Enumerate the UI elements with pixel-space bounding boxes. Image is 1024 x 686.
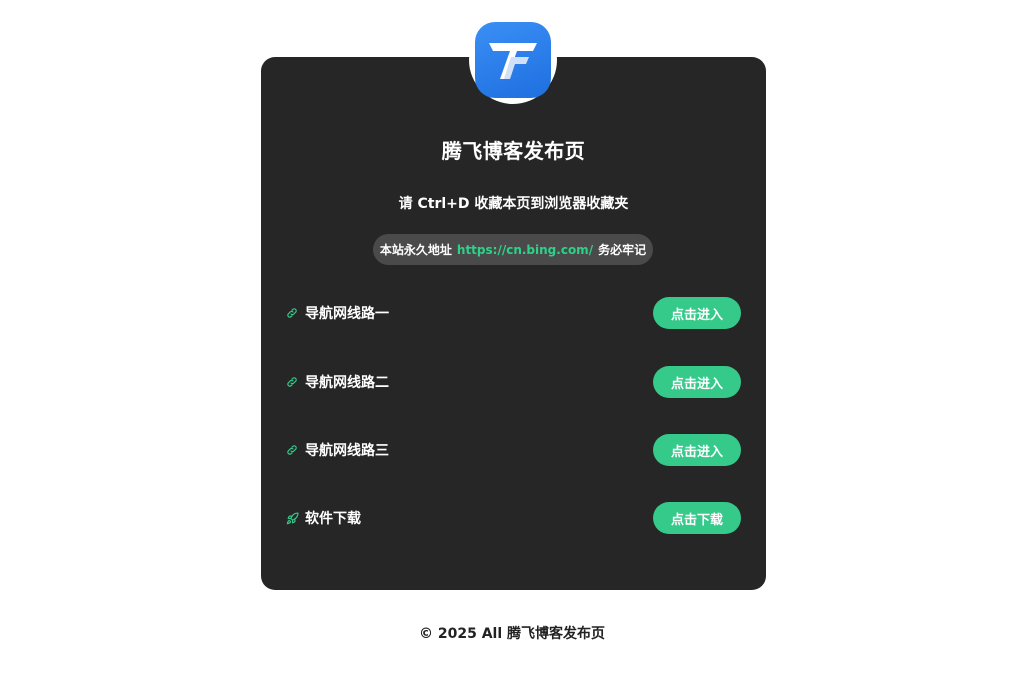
main-card: 腾飞博客发布页 请 Ctrl+D 收藏本页到浏览器收藏夹 本站永久地址 http… xyxy=(261,57,766,590)
nav-row-1-label: 导航网线路一 xyxy=(305,306,389,322)
link-icon xyxy=(285,375,299,389)
page: 腾飞博客发布页 请 Ctrl+D 收藏本页到浏览器收藏夹 本站永久地址 http… xyxy=(0,0,1024,686)
nav-row-3-label: 导航网线路三 xyxy=(305,443,389,459)
nav-row-1: 导航网线路一 点击进入 xyxy=(285,296,741,330)
bookmark-hint: 请 Ctrl+D 收藏本页到浏览器收藏夹 xyxy=(398,196,629,212)
nav-row-2: 导航网线路二 点击进入 xyxy=(285,365,741,399)
footer-copyright: © 2025 All 腾飞博客发布页 xyxy=(418,626,606,642)
logo-badge xyxy=(469,16,557,104)
site-logo-icon xyxy=(475,22,551,98)
download-row: 软件下载 点击下载 xyxy=(285,501,741,535)
download-row-label: 软件下载 xyxy=(305,511,361,527)
download-row-info: 软件下载 xyxy=(285,508,361,528)
link-icon xyxy=(285,306,299,320)
nav-row-3-info: 导航网线路三 xyxy=(285,440,389,460)
nav-row-2-enter-button[interactable]: 点击进入 xyxy=(653,366,741,398)
permanent-address-prefix: 本站永久地址 xyxy=(379,243,452,257)
nav-row-2-info: 导航网线路二 xyxy=(285,372,389,392)
permanent-address-suffix: 务必牢记 xyxy=(598,243,647,257)
link-icon xyxy=(285,443,299,457)
nav-row-3-enter-button[interactable]: 点击进入 xyxy=(653,434,741,466)
nav-row-3: 导航网线路三 点击进入 xyxy=(285,433,741,467)
nav-row-1-enter-button[interactable]: 点击进入 xyxy=(653,297,741,329)
nav-row-1-info: 导航网线路一 xyxy=(285,303,389,323)
page-title: 腾飞博客发布页 xyxy=(441,139,586,163)
rocket-icon xyxy=(285,511,299,525)
nav-row-2-label: 导航网线路二 xyxy=(305,375,389,391)
download-button[interactable]: 点击下载 xyxy=(653,502,741,534)
permanent-address-link[interactable]: https://cn.bing.com/ xyxy=(457,243,593,257)
permanent-address-badge: 本站永久地址 https://cn.bing.com/ 务必牢记 xyxy=(373,234,653,265)
